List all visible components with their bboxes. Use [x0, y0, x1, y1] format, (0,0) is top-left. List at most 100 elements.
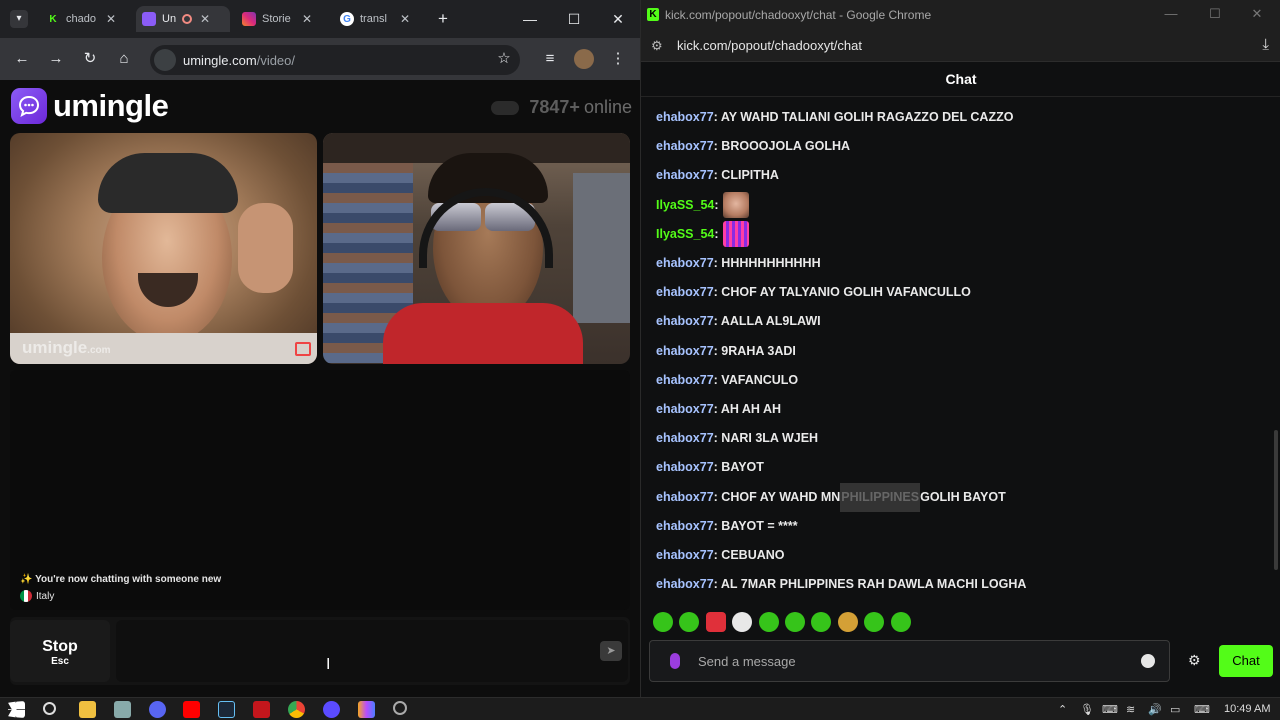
tray-volume-icon[interactable]: 🔊 — [1148, 703, 1162, 716]
username[interactable]: IlyaSS_54 — [656, 220, 714, 249]
new-tab-button[interactable]: + — [438, 9, 448, 29]
chat-send-button[interactable]: Chat — [1219, 645, 1273, 677]
window-title-bar: K kick.com/popout/chadooxyt/chat - Googl… — [641, 0, 1280, 30]
tray-battery-icon[interactable]: ▭ — [1170, 703, 1180, 716]
maximize-icon[interactable]: ☐ — [1205, 6, 1225, 24]
username[interactable]: ehabox77 — [656, 453, 714, 482]
emote-ghost-icon[interactable] — [784, 612, 805, 632]
emote-love-icon[interactable] — [890, 612, 911, 632]
site-settings-icon[interactable]: ⚙ — [651, 38, 663, 54]
emote-angry-icon[interactable] — [705, 612, 726, 632]
chat-message: ehabox77: NARI 3LA WJEH — [656, 424, 1256, 453]
download-icon[interactable]: ⤓ — [1262, 36, 1269, 53]
menu-kebab-icon[interactable]: ⋮ — [608, 49, 628, 69]
back-icon[interactable]: ← — [12, 49, 32, 69]
tab-translate[interactable]: G transl ✕ — [334, 6, 426, 32]
username[interactable]: ehabox77 — [656, 249, 714, 278]
emoji-picker-icon[interactable] — [1141, 654, 1155, 668]
username[interactable]: ehabox77 — [656, 337, 714, 366]
chat-scrollbar[interactable] — [1274, 430, 1278, 570]
emote-grin-icon[interactable] — [758, 612, 779, 632]
username[interactable]: ehabox77 — [656, 103, 714, 132]
emote-wink-icon[interactable] — [811, 612, 832, 632]
username[interactable]: ehabox77 — [656, 366, 714, 395]
close-window-icon[interactable]: ✕ — [596, 0, 640, 38]
profile-avatar[interactable] — [574, 49, 594, 69]
username[interactable]: ehabox77 — [656, 570, 714, 599]
url-host: umingle.com — [183, 53, 257, 68]
face-emote-icon[interactable] — [722, 192, 749, 219]
chrome-icon[interactable] — [288, 701, 305, 718]
tray-clock[interactable]: 10:49 AM — [1224, 703, 1270, 715]
bookmark-star-icon[interactable]: ☆ — [494, 49, 514, 69]
app-icon-red[interactable] — [253, 701, 270, 718]
username[interactable]: ehabox77 — [656, 424, 714, 453]
stop-button[interactable]: Stop Esc — [10, 620, 110, 682]
tab-search-icon[interactable]: ▾ — [10, 10, 28, 28]
username[interactable]: ehabox77 — [656, 132, 714, 161]
dance-emote-icon[interactable] — [722, 221, 749, 248]
username[interactable]: ehabox77 — [656, 307, 714, 336]
tab-stories[interactable]: Storie ✕ — [236, 6, 328, 32]
close-tab-icon[interactable]: ✕ — [106, 12, 116, 26]
maximize-icon[interactable]: ☐ — [552, 0, 596, 38]
tab-chado[interactable]: K chado ✕ — [40, 6, 132, 32]
youtube-icon[interactable] — [183, 701, 200, 718]
username[interactable]: ehabox77 — [656, 512, 714, 541]
reload-icon[interactable]: ↻ — [80, 49, 100, 69]
media-controls-icon[interactable]: ≡ — [540, 49, 560, 69]
tray-keyboard-icon[interactable]: ⌨ — [1194, 703, 1210, 716]
umingle-logo[interactable]: umingle — [11, 88, 169, 124]
report-flag-icon[interactable] — [295, 342, 311, 356]
chat-message: ehabox77: BROOOJOLA GOLHA — [656, 132, 1256, 161]
username[interactable]: IlyaSS_54 — [656, 191, 714, 220]
online-toggle — [491, 100, 520, 115]
send-icon[interactable]: ➤ — [600, 641, 622, 661]
settings-icon[interactable] — [393, 701, 407, 715]
file-explorer-icon[interactable] — [79, 701, 96, 718]
message-input[interactable] — [116, 620, 628, 682]
emote-skull-icon[interactable] — [732, 612, 753, 632]
message-text: : BAYOT = **** — [713, 518, 798, 533]
chat-message: ehabox77: HHHHHHHHHHH — [656, 249, 1256, 278]
home-icon[interactable]: ⌂ — [114, 49, 134, 69]
forward-icon[interactable]: → — [46, 49, 66, 69]
username[interactable]: ehabox77 — [656, 395, 714, 424]
emote-crown-icon[interactable] — [837, 612, 858, 632]
discord-icon[interactable] — [149, 701, 166, 718]
emote-laugh-icon[interactable] — [864, 612, 885, 632]
microphone-icon[interactable] — [670, 653, 680, 669]
chat-settings-gear-icon[interactable]: ⚙ — [1188, 652, 1201, 669]
chat-message: IlyaSS_54: — [656, 191, 1256, 220]
minimize-icon[interactable]: — — [1161, 6, 1181, 24]
app-icon[interactable] — [114, 701, 131, 718]
site-info-icon[interactable] — [154, 49, 176, 71]
send-message-input[interactable]: Send a message — [649, 640, 1170, 682]
close-tab-icon[interactable]: ✕ — [200, 12, 210, 26]
username[interactable]: ehabox77 — [656, 278, 714, 307]
tray-expand-icon[interactable]: ⌃ — [1058, 703, 1067, 716]
close-window-icon[interactable]: ✕ — [1247, 6, 1267, 24]
tray-wifi-icon[interactable]: ≋ — [1126, 703, 1135, 716]
tab-umingle[interactable]: Un ✕ — [136, 6, 230, 32]
highlighted-text: PHILIPPINES — [840, 482, 921, 512]
chat-message: ehabox77: AY WAHD TALIANI GOLIH RAGAZZO … — [656, 103, 1256, 132]
search-icon[interactable] — [43, 702, 56, 715]
username[interactable]: ehabox77 — [656, 541, 714, 570]
url-path: /video/ — [256, 53, 296, 68]
steam-icon[interactable] — [218, 701, 235, 718]
start-windows-icon[interactable] — [8, 701, 25, 718]
chair — [573, 173, 630, 323]
username[interactable]: ehabox77 — [656, 483, 714, 512]
tray-ime-icon[interactable]: ⌨ — [1102, 703, 1118, 716]
tray-mic-icon[interactable]: 🎙 — [1080, 703, 1094, 716]
username[interactable]: ehabox77 — [656, 161, 714, 190]
emote-smile-icon[interactable] — [653, 612, 673, 632]
obs-icon[interactable] — [323, 701, 340, 718]
address-bar[interactable]: umingle.com/video/ — [150, 45, 520, 75]
close-tab-icon[interactable]: ✕ — [400, 12, 410, 26]
app-icon-gradient[interactable] — [358, 701, 375, 718]
minimize-icon[interactable]: — — [508, 0, 552, 38]
close-tab-icon[interactable]: ✕ — [302, 12, 312, 26]
emote-angel-icon[interactable] — [679, 612, 700, 632]
